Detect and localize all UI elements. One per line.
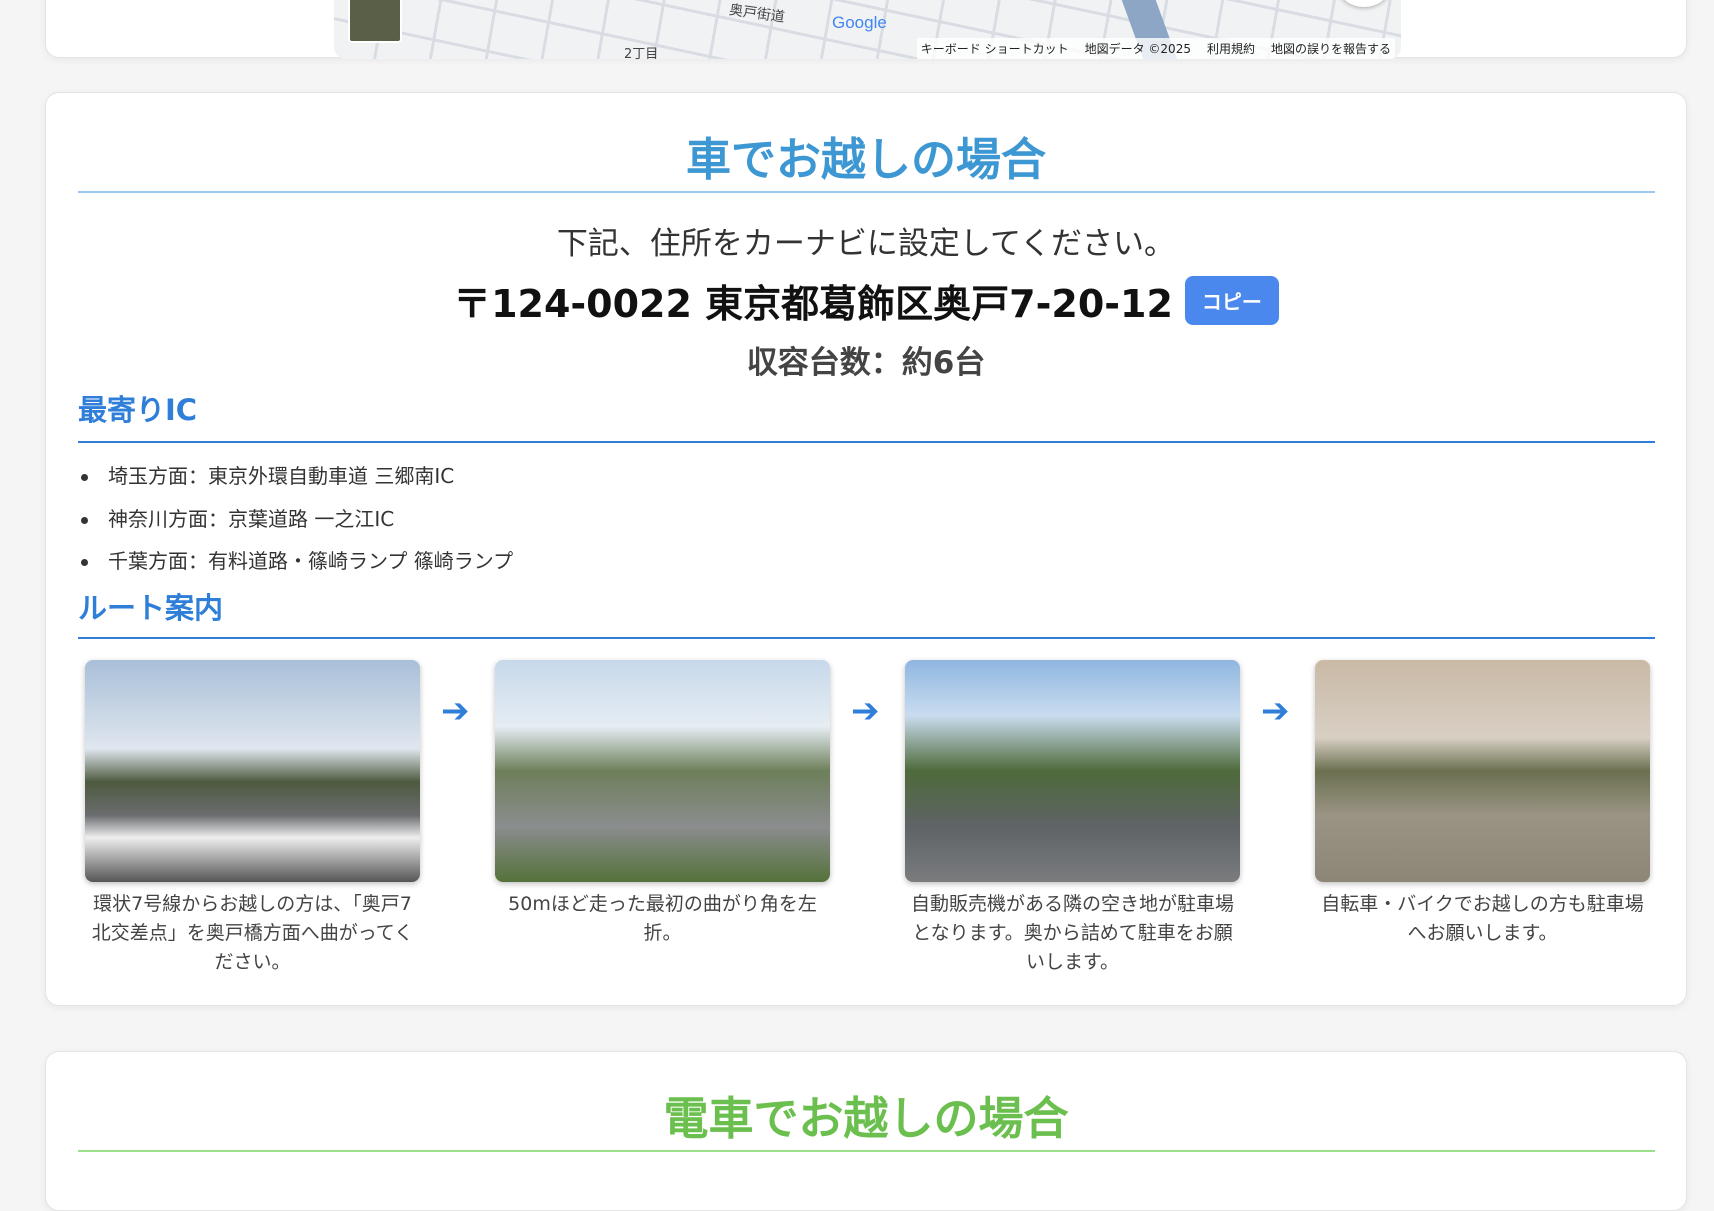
address-row: 〒124-0022 東京都葛飾区奥戸7-20-12 コピー <box>46 273 1686 328</box>
train-access-section: 電車でお越しの場合 <box>45 1051 1687 1211</box>
route-step: 環状7号線からお越しの方は、「奥戸7北交差点」を奥戸橋方面へ曲がってください。 <box>85 660 420 977</box>
route-step: 50mほど走った最初の曲がり角を左折。 <box>495 660 830 948</box>
section-title: 電車でお越しの場合 <box>663 1092 1069 1145</box>
keyboard-shortcuts-link[interactable]: キーボード ショートカット <box>921 40 1069 57</box>
arrow-right-icon: ➔ <box>851 691 880 731</box>
route-caption: 環状7号線からお越しの方は、「奥戸7北交差点」を奥戸橋方面へ曲がってください。 <box>91 893 414 973</box>
copy-address-button[interactable]: コピー <box>1184 276 1279 325</box>
map-card: 奥戸街道 Google 2丁目 キーボード ショートカット 地図データ ©202… <box>45 0 1687 59</box>
satellite-toggle[interactable] <box>348 0 402 43</box>
list-item: 埼玉方面：東京外環自動車道 三郷南IC <box>78 455 513 498</box>
route-photo <box>495 660 830 882</box>
parking-capacity: 収容台数：約6台 <box>746 345 986 381</box>
divider <box>78 191 1655 193</box>
section-title: 車でお越しの場合 <box>685 133 1046 186</box>
car-access-section: 車でお越しの場合 下記、住所をカーナビに設定してください。 〒124-0022 … <box>45 92 1687 1006</box>
divider <box>78 441 1655 443</box>
list-item: 神奈川方面：京葉道路 一之江IC <box>78 498 513 541</box>
route-step: 自転車・バイクでお越しの方も駐車場へお願いします。 <box>1315 660 1650 948</box>
divider <box>78 1150 1655 1152</box>
route-photo <box>905 660 1240 882</box>
ic-list: 埼玉方面：東京外環自動車道 三郷南IC 神奈川方面：京葉道路 一之江IC 千葉方… <box>78 455 513 583</box>
address-text: 〒124-0022 東京都葛飾区奥戸7-20-12 <box>453 282 1173 326</box>
route-caption: 自動販売機がある隣の空き地が駐車場となります。奥から詰めて駐車をお願いします。 <box>910 893 1234 973</box>
report-error-link[interactable]: 地図の誤りを報告する <box>1271 40 1391 57</box>
arrow-right-icon: ➔ <box>1261 691 1290 731</box>
map-data-label: 地図データ ©2025 <box>1084 42 1191 56</box>
route-caption: 自転車・バイクでお越しの方も駐車場へお願いします。 <box>1321 893 1644 944</box>
intro-text: 下記、住所をカーナビに設定してください。 <box>556 226 1176 262</box>
list-item: 千葉方面：有料道路・篠崎ランプ 篠崎ランプ <box>78 540 513 583</box>
map-attribution: キーボード ショートカット 地図データ ©2025 利用規約 地図の誤りを報告す… <box>916 38 1395 59</box>
nearest-ic-heading: 最寄りIC <box>78 393 198 427</box>
fullscreen-button[interactable] <box>1337 0 1391 7</box>
google-logo: Google <box>832 13 887 32</box>
route-photo <box>85 660 420 882</box>
arrow-right-icon: ➔ <box>441 691 470 731</box>
divider <box>78 637 1655 639</box>
terms-link[interactable]: 利用規約 <box>1207 40 1255 57</box>
google-map[interactable]: 奥戸街道 Google 2丁目 キーボード ショートカット 地図データ ©202… <box>334 0 1401 59</box>
route-photo <box>1315 660 1650 882</box>
map-street-label: 奥戸街道 <box>728 2 786 26</box>
map-area-label: 2丁目 <box>624 47 659 59</box>
route-caption: 50mほど走った最初の曲がり角を左折。 <box>508 893 817 944</box>
route-heading: ルート案内 <box>78 591 224 625</box>
route-step: 自動販売機がある隣の空き地が駐車場となります。奥から詰めて駐車をお願いします。 <box>905 660 1240 977</box>
